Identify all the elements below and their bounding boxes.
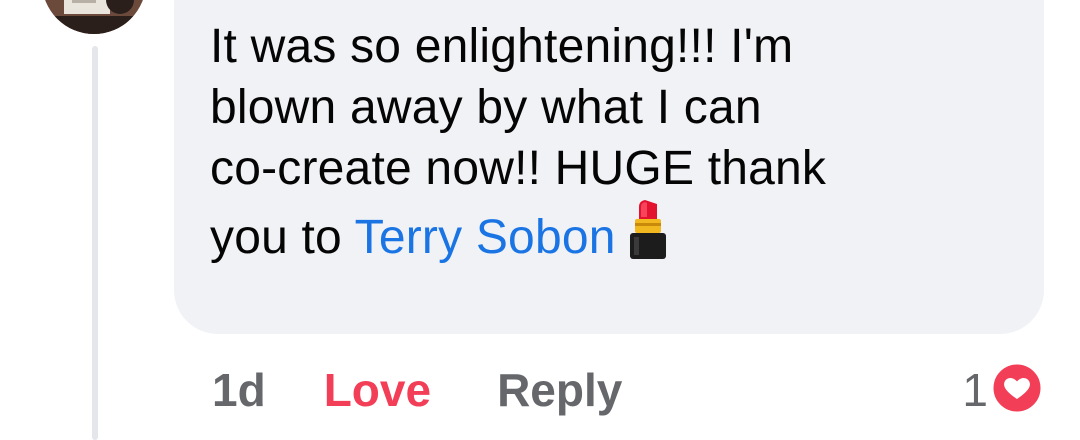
reaction-count: 1 [962, 364, 988, 416]
reply-button[interactable]: Reply [497, 363, 622, 417]
comment-line-3: co-create now!! HUGE thank [210, 142, 827, 195]
mention-link[interactable]: Terry Sobon [355, 211, 616, 264]
thread-line [92, 46, 98, 440]
love-reaction-button[interactable]: Love [324, 363, 431, 417]
reaction-summary[interactable]: 1 [962, 360, 1044, 420]
comment-actions: 1d Love Reply [212, 360, 622, 420]
timestamp[interactable]: 1d [212, 363, 266, 417]
comment-line-4-prefix: you to [210, 211, 355, 264]
avatar-image [42, 0, 146, 34]
lipstick-icon [626, 199, 670, 276]
avatar[interactable] [42, 0, 146, 34]
love-heart-icon [990, 361, 1044, 420]
comment-line-2: blown away by what I can [210, 81, 762, 134]
comment-text: It was so enlightening!!! I'm blown away … [210, 16, 1010, 276]
comment-line-1: It was so enlightening!!! I'm [210, 20, 794, 73]
comment-container: It was so enlightening!!! I'm blown away … [0, 0, 1080, 440]
